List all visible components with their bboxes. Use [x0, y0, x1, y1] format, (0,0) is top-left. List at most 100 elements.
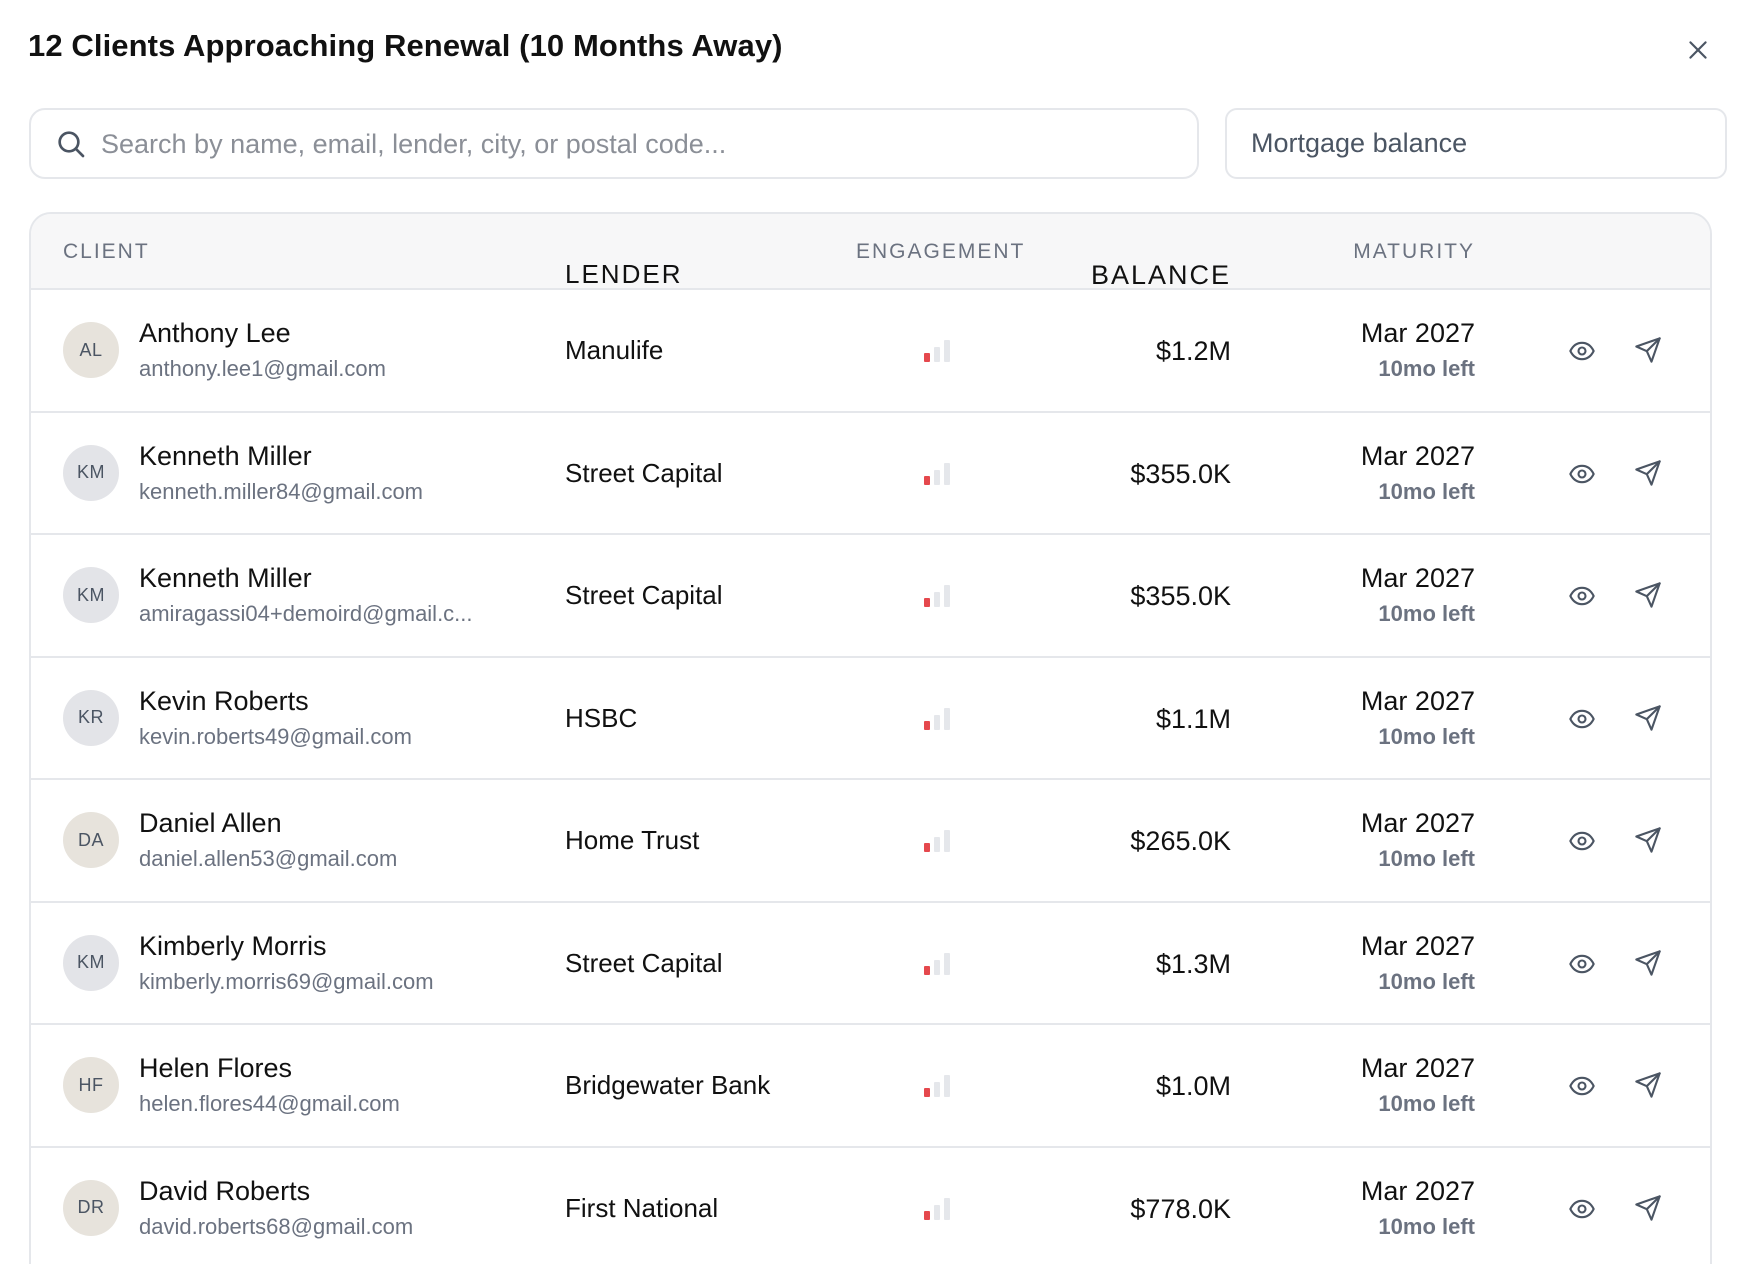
maturity-remaining: 10mo left — [1378, 846, 1475, 871]
avatar: KM — [63, 444, 119, 501]
engagement-bar — [944, 707, 950, 730]
header-lender[interactable]: LENDER — [565, 259, 682, 290]
engagement-bar — [944, 340, 950, 362]
table-row[interactable]: KM Kenneth Miller amiragassi04+demoird@g… — [31, 535, 1710, 658]
send-icon — [1635, 1194, 1661, 1221]
search-icon — [58, 131, 85, 158]
maturity-date: Mar 2027 — [1360, 808, 1475, 838]
engagement-bar — [934, 592, 940, 607]
engagement-bar — [934, 1204, 940, 1220]
client-email: kimberly.morris69@gmail.com — [139, 968, 434, 994]
balance-value: $355.0K — [1130, 458, 1231, 489]
send-message-button[interactable] — [1632, 1192, 1664, 1224]
send-message-button[interactable] — [1632, 457, 1664, 489]
balance-value: $355.0K — [1130, 581, 1231, 611]
engagement-bar — [934, 1082, 940, 1097]
header-balance[interactable]: BALANCE — [1091, 260, 1231, 291]
sort-select[interactable]: Mortgage balance — [1225, 108, 1727, 179]
table-row[interactable]: AL Anthony Lee anthony.lee1@gmail.com Ma… — [31, 290, 1710, 413]
client-name: Kenneth Miller — [139, 440, 312, 471]
avatar: DA — [63, 812, 119, 868]
view-client-button[interactable] — [1566, 1193, 1598, 1225]
view-client-button[interactable] — [1566, 948, 1598, 980]
client-email: kenneth.miller84@gmail.com — [139, 478, 424, 504]
table-row[interactable]: KM Kimberly Morris kimberly.morris69@gma… — [31, 903, 1710, 1025]
balance-value: $1.1M — [1155, 703, 1231, 734]
send-message-button[interactable] — [1632, 579, 1664, 611]
balance-value: $1.3M — [1155, 948, 1231, 979]
engagement-bar — [924, 1088, 930, 1097]
view-client-button[interactable] — [1566, 825, 1598, 857]
eye-icon — [1569, 586, 1595, 606]
balance-value: $1.2M — [1155, 336, 1231, 366]
sort-selected-value: Mortgage balance — [1251, 128, 1468, 158]
view-client-button[interactable] — [1566, 458, 1598, 490]
client-name: Kenneth Miller — [139, 563, 312, 593]
maturity-date: Mar 2027 — [1360, 1175, 1475, 1206]
client-name: Daniel Allen — [139, 808, 282, 838]
client-email: kevin.roberts49@gmail.com — [139, 723, 412, 749]
engagement-indicator — [924, 1197, 954, 1220]
engagement-bar — [924, 598, 930, 607]
modal-title: 12 Clients Approaching Renewal (10 Month… — [28, 28, 783, 63]
engagement-bar — [944, 952, 950, 975]
engagement-bar — [934, 469, 940, 485]
table-row[interactable]: HF Helen Flores helen.flores44@gmail.com… — [31, 1025, 1710, 1148]
engagement-bar — [934, 714, 940, 730]
engagement-bar — [934, 347, 940, 362]
close-button[interactable] — [1678, 30, 1718, 70]
eye-icon — [1569, 1076, 1595, 1096]
renewal-modal: 12 Clients Approaching Renewal (10 Month… — [0, 0, 1742, 1264]
engagement-bar — [934, 959, 940, 975]
engagement-indicator — [924, 707, 954, 730]
maturity-remaining: 10mo left — [1378, 356, 1475, 381]
engagement-indicator — [924, 340, 954, 362]
engagement-indicator — [924, 952, 954, 975]
header-maturity[interactable]: MATURITY — [1353, 240, 1475, 264]
engagement-bar — [944, 830, 950, 852]
table-row[interactable]: DR David Roberts david.roberts68@gmail.c… — [31, 1148, 1710, 1264]
table-row[interactable]: KR Kevin Roberts kevin.roberts49@gmail.c… — [31, 658, 1710, 780]
eye-icon — [1569, 464, 1595, 483]
engagement-bar — [944, 1197, 950, 1220]
send-message-button[interactable] — [1632, 702, 1664, 734]
engagement-bar — [924, 1210, 930, 1220]
client-email: amiragassi04+demoird@gmail.c... — [139, 601, 473, 626]
lender-name: Manulife — [565, 335, 664, 365]
client-name: Kevin Roberts — [139, 685, 309, 716]
engagement-bar — [934, 837, 940, 852]
lender-name: Street Capital — [565, 580, 723, 610]
send-icon — [1635, 459, 1661, 486]
header-engagement[interactable]: ENGAGEMENT — [856, 240, 1025, 264]
avatar: HF — [63, 1057, 119, 1113]
search-input[interactable] — [101, 122, 1171, 166]
maturity-remaining: 10mo left — [1378, 1213, 1475, 1239]
maturity-remaining: 10mo left — [1378, 1091, 1475, 1116]
send-message-button[interactable] — [1632, 824, 1664, 856]
search-box — [29, 108, 1199, 179]
client-email: david.roberts68@gmail.com — [139, 1213, 414, 1239]
send-message-button[interactable] — [1632, 334, 1664, 366]
client-name: Helen Flores — [139, 1053, 293, 1083]
close-icon — [1689, 41, 1707, 59]
send-icon — [1635, 1072, 1661, 1098]
client-name: David Roberts — [139, 1175, 311, 1206]
engagement-bar — [924, 965, 930, 975]
send-message-button[interactable] — [1632, 1069, 1664, 1101]
view-client-button[interactable] — [1566, 1070, 1598, 1102]
balance-value: $265.0K — [1130, 826, 1231, 856]
view-client-button[interactable] — [1566, 580, 1598, 612]
table-row[interactable]: KM Kenneth Miller kenneth.miller84@gmail… — [31, 413, 1710, 535]
engagement-bar — [924, 843, 930, 852]
header-client[interactable]: CLIENT — [63, 240, 150, 264]
view-client-button[interactable] — [1566, 335, 1598, 367]
view-client-button[interactable] — [1566, 703, 1598, 735]
maturity-remaining: 10mo left — [1378, 723, 1475, 749]
clients-table: CLIENT LENDER ENGAGEMENT BALANCE MATURIT… — [29, 212, 1712, 1264]
balance-value: $778.0K — [1130, 1193, 1231, 1224]
send-message-button[interactable] — [1632, 947, 1664, 979]
table-row[interactable]: DA Daniel Allen daniel.allen53@gmail.com… — [31, 780, 1710, 903]
engagement-bar — [924, 353, 930, 362]
maturity-date: Mar 2027 — [1360, 440, 1475, 471]
eye-icon — [1569, 831, 1595, 851]
